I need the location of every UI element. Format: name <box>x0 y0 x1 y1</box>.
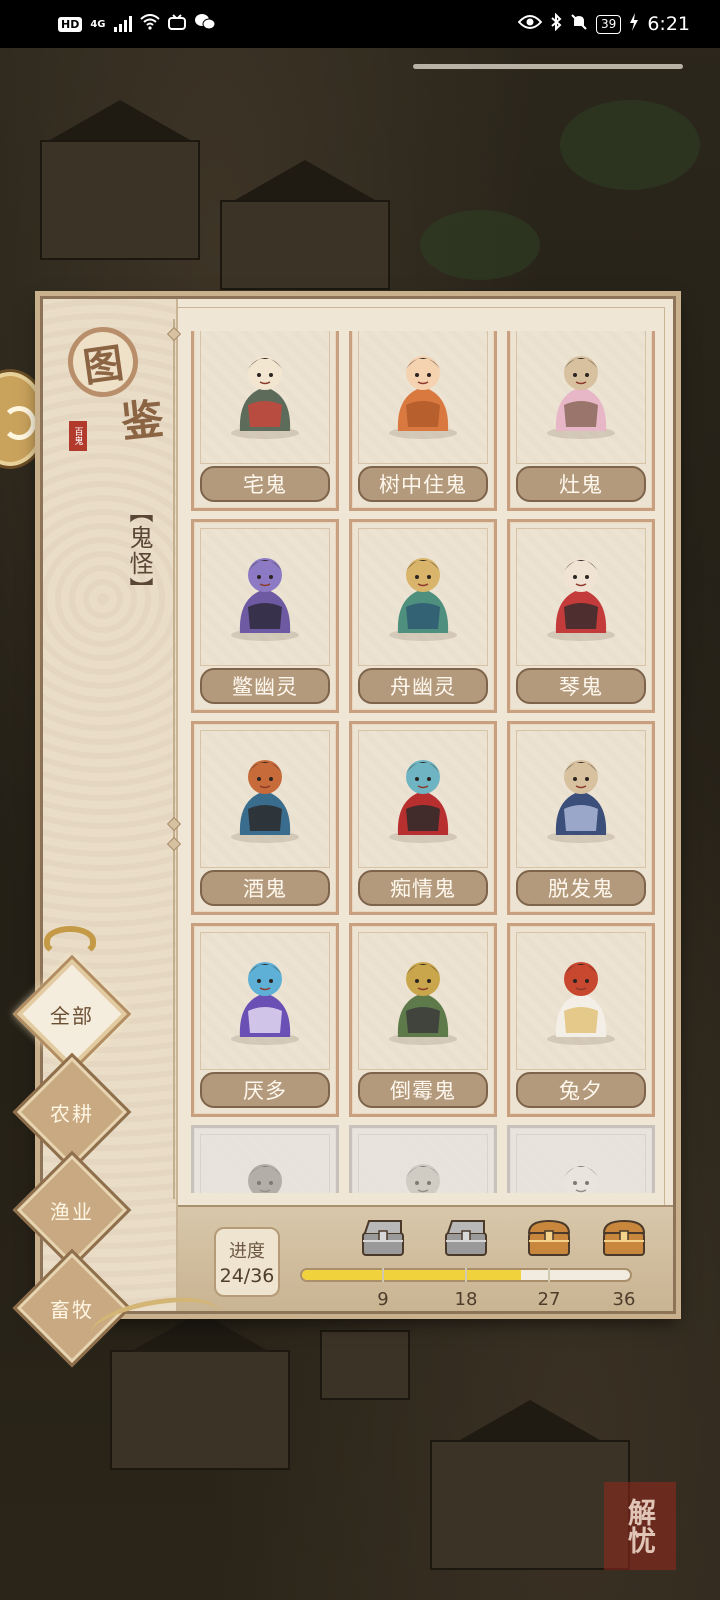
spirit-card[interactable]: 舟幽灵 <box>349 519 497 713</box>
spirit-card[interactable]: 琴鬼 <box>507 519 655 713</box>
spirit-illustration <box>389 760 457 843</box>
spirit-illustration <box>564 1164 598 1193</box>
progress-label: 进度 <box>229 1241 265 1262</box>
eye-comfort-icon <box>517 14 543 35</box>
background-house <box>220 200 390 290</box>
opened-chest-icon[interactable] <box>442 1217 490 1259</box>
category-title: 【鬼怪】 <box>125 499 153 603</box>
title-char: 图 <box>80 339 127 392</box>
bluetooth-icon <box>550 12 562 36</box>
mute-bell-icon <box>570 13 588 36</box>
spirit-illustration <box>231 356 299 439</box>
background-roof <box>460 1400 600 1440</box>
spirit-illustration <box>547 558 615 641</box>
spirit-card[interactable]: 厌多 <box>191 923 339 1117</box>
charging-icon <box>629 12 639 36</box>
spirit-illustration <box>248 1164 282 1193</box>
spirit-card[interactable]: 树中住鬼 <box>349 331 497 511</box>
spirit-card-name: 树中住鬼 <box>358 466 488 502</box>
card-grid: 宅鬼 树中住鬼 灶鬼鳖幽灵 舟幽灵 琴鬼酒鬼 痴情鬼 脱发鬼厌多 倒霉鬼 兔夕 <box>191 331 661 1193</box>
spirit-card-name: 脱发鬼 <box>516 870 646 906</box>
spirit-card-name: 琴鬼 <box>516 668 646 704</box>
signal-icon <box>113 16 132 32</box>
spirit-card[interactable]: 宅鬼 <box>191 331 339 511</box>
spirit-card-locked[interactable] <box>507 1125 655 1193</box>
milestone-tick <box>382 1268 384 1282</box>
progress-box: 进度 24/36 <box>214 1227 280 1297</box>
spirit-illustration <box>547 962 615 1045</box>
clock: 6:21 <box>647 13 690 35</box>
spirit-illustration <box>231 558 299 641</box>
milestone-tick <box>465 1268 467 1282</box>
status-bar: HD 4G 39 6:21 <box>0 0 720 48</box>
pull-handle[interactable] <box>413 64 683 69</box>
spirit-illustration <box>389 962 457 1045</box>
spirit-card-name: 厌多 <box>200 1072 330 1108</box>
spirit-card-name: 灶鬼 <box>516 466 646 502</box>
treasure-chest-icon[interactable] <box>525 1217 573 1259</box>
background-house <box>430 1440 630 1570</box>
wechat-icon <box>194 13 216 36</box>
milestone-tick <box>548 1268 550 1282</box>
knot-ornament <box>44 926 96 956</box>
spirit-illustration <box>389 558 457 641</box>
game-logo-seal: 解忧 <box>604 1482 676 1570</box>
spirit-illustration <box>547 356 615 439</box>
title-char: 鉴 <box>118 393 166 448</box>
tv-app-icon <box>167 13 186 35</box>
progress-fill <box>302 1270 521 1280</box>
spirit-card[interactable]: 灶鬼 <box>507 331 655 511</box>
spirit-card[interactable]: 酒鬼 <box>191 721 339 915</box>
spirit-card[interactable]: 倒霉鬼 <box>349 923 497 1117</box>
background-tree <box>560 100 700 190</box>
background-house <box>110 1350 290 1470</box>
spirit-illustration <box>231 962 299 1045</box>
spirit-illustration <box>547 760 615 843</box>
background-tree <box>420 210 540 280</box>
status-bar-right: 39 6:21 <box>517 12 690 36</box>
spirit-illustration <box>389 356 457 439</box>
wifi-icon <box>139 13 160 35</box>
battery-icon: 39 <box>596 14 622 34</box>
mini-seal: 百鬼 <box>69 421 87 451</box>
spirit-card[interactable]: 鳖幽灵 <box>191 519 339 713</box>
milestone-label: 18 <box>454 1289 478 1310</box>
network-type: 4G <box>90 18 106 30</box>
milestone-label: 36 <box>612 1289 636 1310</box>
treasure-chest-icon[interactable] <box>600 1217 648 1259</box>
progress-footer: 进度 24/36 9 18 27 36 <box>178 1205 673 1311</box>
milestone-label: 27 <box>537 1289 561 1310</box>
background-house <box>40 140 200 260</box>
spirit-illustration <box>406 1164 440 1193</box>
spirit-card-name: 酒鬼 <box>200 870 330 906</box>
spirit-card-name: 痴情鬼 <box>358 870 488 906</box>
spirit-card-name: 宅鬼 <box>200 466 330 502</box>
opened-chest-icon[interactable] <box>359 1217 407 1259</box>
spine-decoration <box>173 319 183 1199</box>
progress-value: 24/36 <box>219 1265 275 1287</box>
spirit-card-name: 倒霉鬼 <box>358 1072 488 1108</box>
catalog-panel: 图 鉴 百鬼 【鬼怪】 宅鬼 树中住鬼 灶鬼鳖幽灵 舟幽灵 琴鬼酒鬼 痴情鬼 脱发鬼厌多 倒霉… <box>40 296 676 1314</box>
background-roof <box>235 160 375 200</box>
hd-badge: HD <box>58 16 83 32</box>
spirit-card[interactable]: 痴情鬼 <box>349 721 497 915</box>
status-bar-left: HD 4G <box>58 13 216 36</box>
card-grid-viewport[interactable]: 宅鬼 树中住鬼 灶鬼鳖幽灵 舟幽灵 琴鬼酒鬼 痴情鬼 脱发鬼厌多 倒霉鬼 兔夕 <box>191 331 661 1193</box>
spirit-card-name: 兔夕 <box>516 1072 646 1108</box>
spirit-card-locked[interactable] <box>349 1125 497 1193</box>
spirit-card-locked[interactable] <box>191 1125 339 1193</box>
spirit-card[interactable]: 兔夕 <box>507 923 655 1117</box>
spirit-card-name: 舟幽灵 <box>358 668 488 704</box>
spirit-illustration <box>231 760 299 843</box>
background-house <box>320 1330 410 1400</box>
milestone-label: 9 <box>377 1289 389 1310</box>
spirit-card[interactable]: 脱发鬼 <box>507 721 655 915</box>
spirit-card-name: 鳖幽灵 <box>200 668 330 704</box>
background-roof <box>50 100 190 140</box>
